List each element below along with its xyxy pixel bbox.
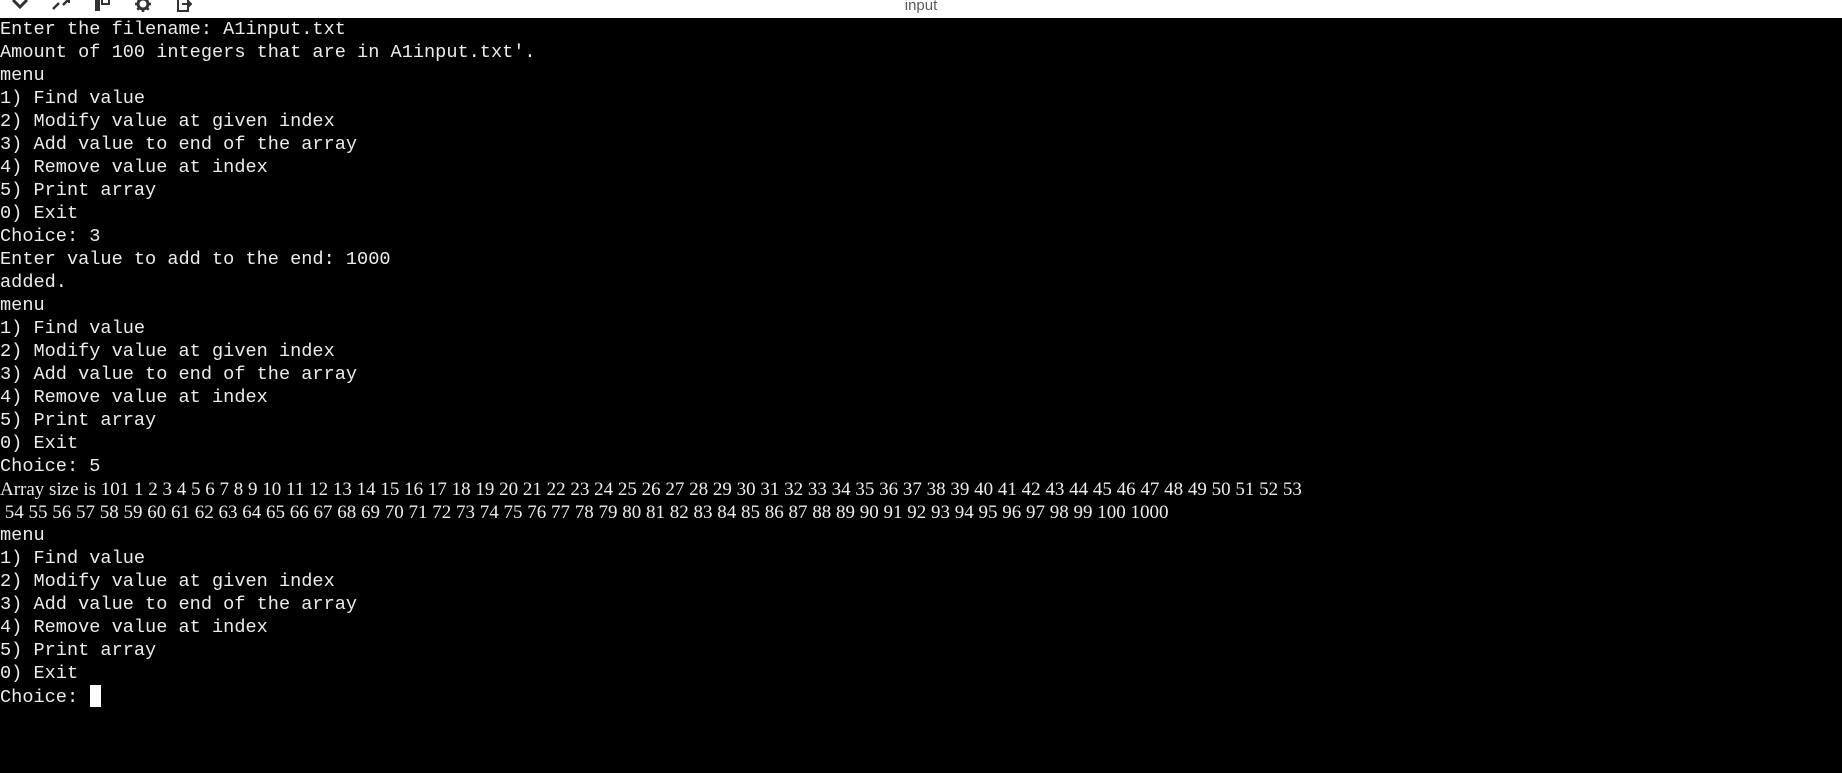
terminal-line: 1) Find value	[0, 88, 146, 109]
terminal-line: Choice: 3	[0, 226, 101, 247]
array-output-line: 54 55 56 57 58 59 60 61 62 63 64 65 66 6…	[0, 502, 1169, 523]
terminal-line: 3) Add value to end of the array	[0, 364, 358, 385]
terminal-line: 4) Remove value at index	[0, 617, 268, 638]
terminal-line: Amount of 100 integers that are in A1inp…	[0, 42, 536, 63]
terminal-line: 4) Remove value at index	[0, 157, 268, 178]
terminal-window: input Enter the filename: A1input.txt Am…	[0, 0, 1842, 773]
terminal-line: 0) Exit	[0, 433, 79, 454]
terminal-line: Choice: 5	[0, 456, 101, 477]
terminal-line: 3) Add value to end of the array	[0, 134, 358, 155]
terminal-line: menu	[0, 65, 45, 86]
terminal-line: added.	[0, 272, 67, 293]
terminal-line: 0) Exit	[0, 663, 79, 684]
terminal-line: 0) Exit	[0, 203, 79, 224]
terminal-line: 5) Print array	[0, 410, 157, 431]
terminal-line: 5) Print array	[0, 180, 157, 201]
window-title: input	[904, 0, 938, 14]
terminal-line: 1) Find value	[0, 318, 146, 339]
terminal-line: menu	[0, 525, 45, 546]
terminal-line: Enter the filename: A1input.txt	[0, 19, 346, 40]
terminal-line: menu	[0, 295, 45, 316]
terminal-line: 3) Add value to end of the array	[0, 594, 358, 615]
terminal-line: 2) Modify value at given index	[0, 571, 335, 592]
text-cursor	[90, 685, 102, 707]
prompt-label: Choice:	[0, 687, 90, 708]
terminal-line: Enter value to add to the end: 1000	[0, 249, 391, 270]
terminal-line: 1) Find value	[0, 548, 146, 569]
terminal-output[interactable]: Enter the filename: A1input.txt Amount o…	[0, 18, 1842, 773]
terminal-prompt[interactable]: Choice:	[0, 685, 102, 709]
terminal-line: 2) Modify value at given index	[0, 111, 335, 132]
terminal-line: 2) Modify value at given index	[0, 341, 335, 362]
array-output-line: Array size is 101 1 2 3 4 5 6 7 8 9 10 1…	[0, 479, 1302, 500]
terminal-line: 5) Print array	[0, 640, 157, 661]
terminal-line: 4) Remove value at index	[0, 387, 268, 408]
title-bar: input	[0, 0, 1842, 18]
